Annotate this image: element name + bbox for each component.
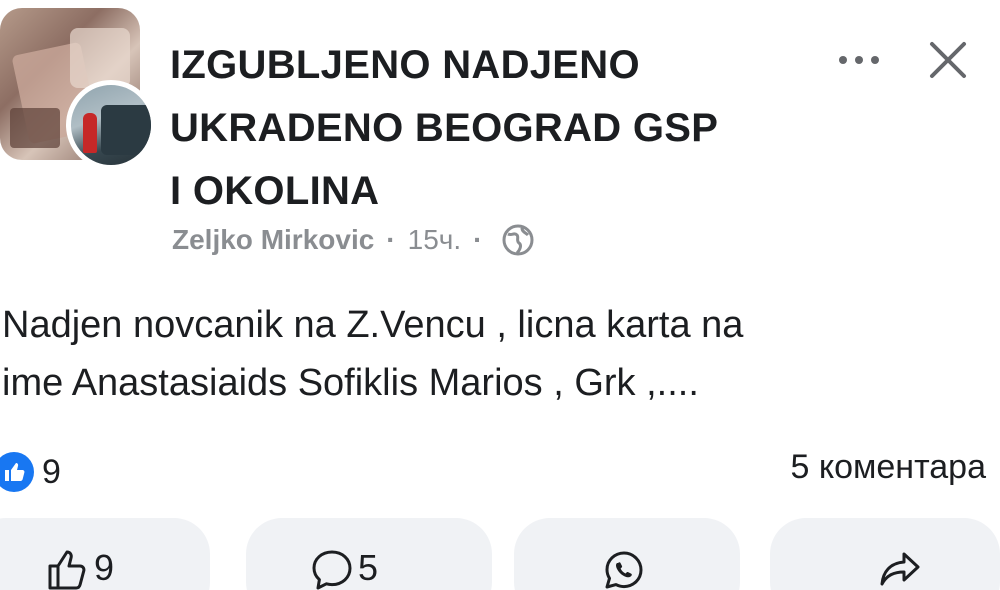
post-text-line: Nadjen novcanik na Z.Vencu , licna karta… — [2, 304, 744, 346]
author-avatar[interactable] — [66, 80, 156, 170]
post-timestamp[interactable]: 15ч. — [408, 224, 462, 256]
more-dot-icon — [871, 56, 879, 64]
comment-button[interactable]: 5 — [246, 518, 492, 590]
author-avatar-photo-detail — [83, 113, 97, 153]
close-icon — [930, 42, 966, 78]
reaction-summary[interactable]: 9 — [0, 450, 61, 494]
like-count: 9 — [94, 547, 115, 588]
post-meta: Zeljko Mirkovic · 15ч. · — [172, 218, 536, 262]
comment-bubble-icon — [312, 550, 352, 590]
action-bar: 9 5 — [0, 518, 1000, 590]
group-title[interactable]: IZGUBLJENO NADJENO UKRADENO BEOGRAD GSP … — [170, 34, 810, 223]
group-title-line: I OKOLINA — [170, 169, 380, 213]
author-avatar-photo-detail — [101, 105, 151, 155]
whatsapp-share-button[interactable] — [514, 518, 740, 590]
author-name[interactable]: Zeljko Mirkovic — [172, 224, 374, 256]
globe-icon — [502, 224, 534, 256]
group-avatar-photo-detail — [70, 28, 130, 88]
post-card: IZGUBLJENO NADJENO UKRADENO BEOGRAD GSP … — [0, 0, 1000, 590]
meta-separator: · — [473, 224, 483, 255]
share-button[interactable] — [770, 518, 1000, 590]
post-text: Nadjen novcanik na Z.Vencu , licna karta… — [2, 296, 982, 412]
post-text-line: ime Anastasiaids Sofiklis Marios , Grk ,… — [2, 362, 699, 404]
more-dot-icon — [839, 56, 847, 64]
thumbs-up-icon — [5, 463, 25, 481]
thumbs-up-outline-icon — [48, 550, 86, 590]
meta-separator: · — [386, 224, 396, 255]
more-dot-icon — [855, 56, 863, 64]
close-button[interactable] — [920, 32, 976, 88]
whatsapp-icon — [605, 551, 643, 589]
more-options-button[interactable] — [826, 40, 892, 80]
group-avatar-photo-detail — [10, 108, 60, 148]
comment-count: 5 — [358, 547, 379, 588]
like-button[interactable]: 9 — [0, 518, 210, 590]
comments-count-link[interactable]: 5 коментара — [791, 448, 987, 487]
group-title-line: IZGUBLJENO NADJENO — [170, 43, 640, 87]
reaction-count: 9 — [42, 452, 61, 491]
share-arrow-icon — [880, 552, 920, 586]
group-title-line: UKRADENO BEOGRAD GSP — [170, 106, 719, 150]
like-icon — [0, 452, 34, 492]
